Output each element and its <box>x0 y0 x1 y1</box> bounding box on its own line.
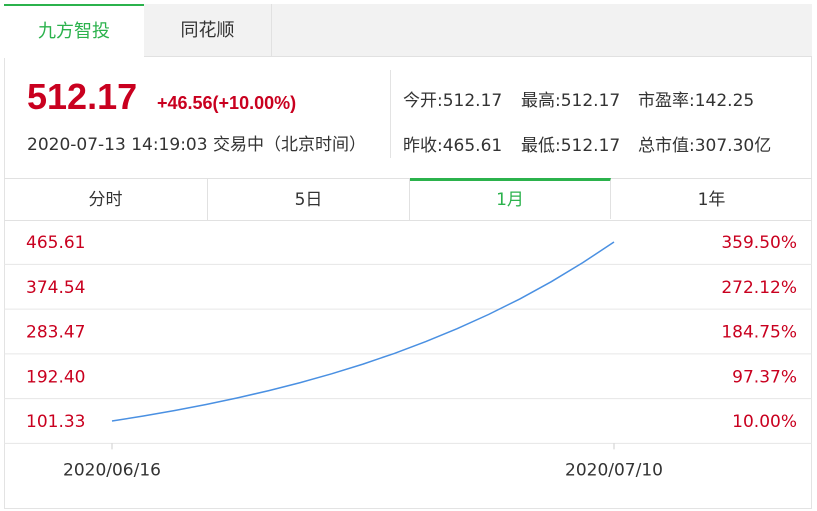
y-axis-left: 465.61 374.54 283.47 192.40 101.33 <box>26 233 85 432</box>
y-tick-label-right: 272.12% <box>721 278 797 298</box>
x-tick-label: 2020/07/10 <box>565 460 663 480</box>
quote-divider <box>390 70 391 158</box>
trade-datetime: 2020-07-13 14:19:03 交易中（北京时间） <box>27 135 366 155</box>
x-tick-label: 2020/06/16 <box>63 460 161 480</box>
tab-tonghuashun[interactable]: 同花顺 <box>144 4 272 57</box>
stat-prev-close: 昨收:465.61 <box>403 136 503 156</box>
tab-5day[interactable]: 5日 <box>208 179 410 220</box>
y-tick-label-left: 465.61 <box>26 233 85 253</box>
source-tabs: 九方智投 同花顺 <box>4 4 812 58</box>
stat-pe: 市盈率:142.25 <box>638 91 755 111</box>
y-tick-label-left: 374.54 <box>26 278 85 298</box>
current-price: 512.17 <box>27 76 138 117</box>
y-tick-label-right: 184.75% <box>721 323 797 343</box>
stat-high: 最高:512.17 <box>521 91 621 111</box>
y-tick-label-left: 283.47 <box>26 323 85 343</box>
price-change: +46.56(+10.00%) <box>157 93 297 113</box>
chart-grid <box>4 263 812 444</box>
stat-low: 最低:512.17 <box>521 136 621 156</box>
x-axis: 2020/06/16 2020/07/10 <box>63 443 663 480</box>
tab-1month[interactable]: 1月 <box>410 178 611 219</box>
price-chart: 465.61 374.54 283.47 192.40 101.33 359.50% 27… <box>4 233 812 480</box>
y-tick-label-right: 359.50% <box>721 233 797 253</box>
tab-1year[interactable]: 1年 <box>611 179 812 220</box>
tab-intraday[interactable]: 分时 <box>4 179 208 220</box>
series-layer <box>111 241 615 422</box>
period-tabs: 分时 5日 1月 1年 <box>4 178 812 221</box>
tab-jiufang[interactable]: 九方智投 <box>4 4 144 58</box>
stat-market-cap: 总市值:307.30亿 <box>638 136 772 156</box>
y-tick-label-right: 10.00% <box>732 412 797 432</box>
y-tick-label-right: 97.37% <box>732 367 797 387</box>
y-axis-right: 359.50% 272.12% 184.75% 97.37% 10.00% <box>721 233 797 432</box>
stat-open: 今开:512.17 <box>403 91 503 111</box>
price-line <box>111 241 615 422</box>
y-tick-label-left: 101.33 <box>26 412 85 432</box>
y-tick-label-left: 192.40 <box>26 367 85 387</box>
